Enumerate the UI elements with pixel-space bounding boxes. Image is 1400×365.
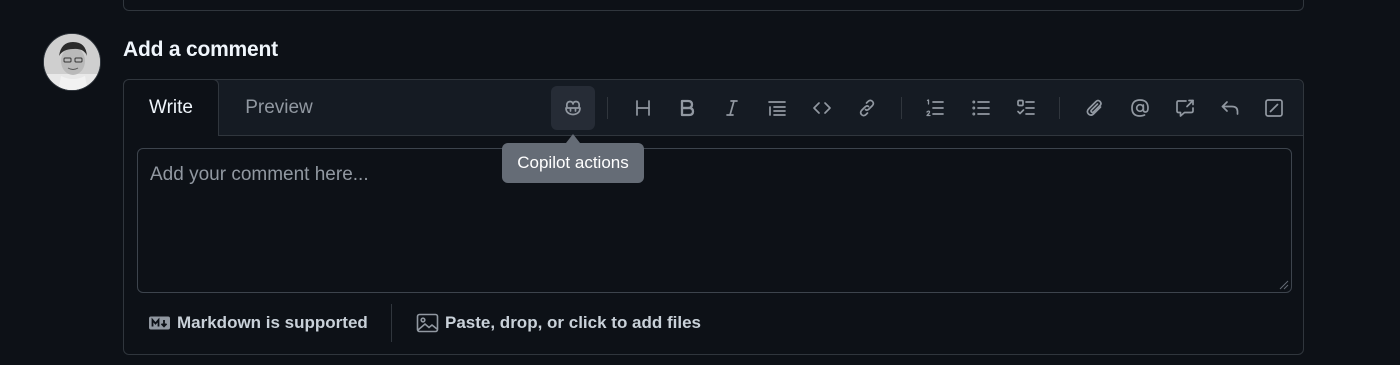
quote-icon [768,101,786,116]
resize-handle-icon[interactable] [1279,280,1289,290]
footer-divider [391,304,392,342]
task-list-button[interactable] [1004,86,1048,130]
attach-button[interactable] [1073,86,1117,130]
tab-preview[interactable]: Preview [219,80,339,135]
copilot-tooltip: Copilot actions [502,143,644,183]
reference-icon [1176,99,1194,117]
page-title: Add a comment [123,38,278,61]
add-files-button[interactable]: Paste, drop, or click to add files [416,312,701,334]
italic-button[interactable] [710,86,754,130]
copilot-icon [565,100,581,116]
comment-textarea[interactable]: Add your comment here... [137,148,1292,293]
copilot-button[interactable] [551,86,595,130]
reference-button[interactable] [1163,86,1207,130]
markdown-supported-link[interactable]: Markdown is supported [148,312,368,334]
mention-icon [1131,99,1149,117]
image-icon [416,313,439,333]
bold-button[interactable] [665,86,709,130]
toolbar-divider [607,97,608,119]
markdown-label: Markdown is supported [177,313,368,332]
heading-button[interactable] [621,86,665,130]
markdown-icon [149,316,170,330]
code-button[interactable] [800,86,844,130]
attach-icon [1086,99,1102,116]
ordered-list-button[interactable] [913,86,957,130]
tooltip-arrow [566,134,580,143]
mention-button[interactable] [1118,86,1162,130]
avatar[interactable] [43,33,101,91]
toolbar-divider [901,97,902,119]
toolbar-divider [1059,97,1060,119]
editor-tabbar: Write Preview [123,79,1303,136]
heading-icon [636,100,650,116]
quote-button[interactable] [755,86,799,130]
reply-button[interactable] [1208,86,1252,130]
code-icon [813,102,831,114]
reply-icon [1221,101,1239,115]
ordered-list-icon [926,99,944,117]
link-icon [859,99,875,117]
italic-icon [726,100,738,116]
link-button[interactable] [845,86,889,130]
bold-icon [680,99,695,117]
previous-comment-box [123,0,1304,11]
unordered-list-button[interactable] [959,86,1003,130]
tab-write[interactable]: Write [123,79,219,136]
slash-command-icon [1265,99,1283,117]
task-list-icon [1017,99,1035,115]
textarea-placeholder: Add your comment here... [150,164,369,185]
add-files-label: Paste, drop, or click to add files [445,313,702,332]
comment-editor: Write Preview Add your comment here... M… [123,79,1304,355]
unordered-list-icon [972,100,990,116]
slash-command-button[interactable] [1252,86,1296,130]
